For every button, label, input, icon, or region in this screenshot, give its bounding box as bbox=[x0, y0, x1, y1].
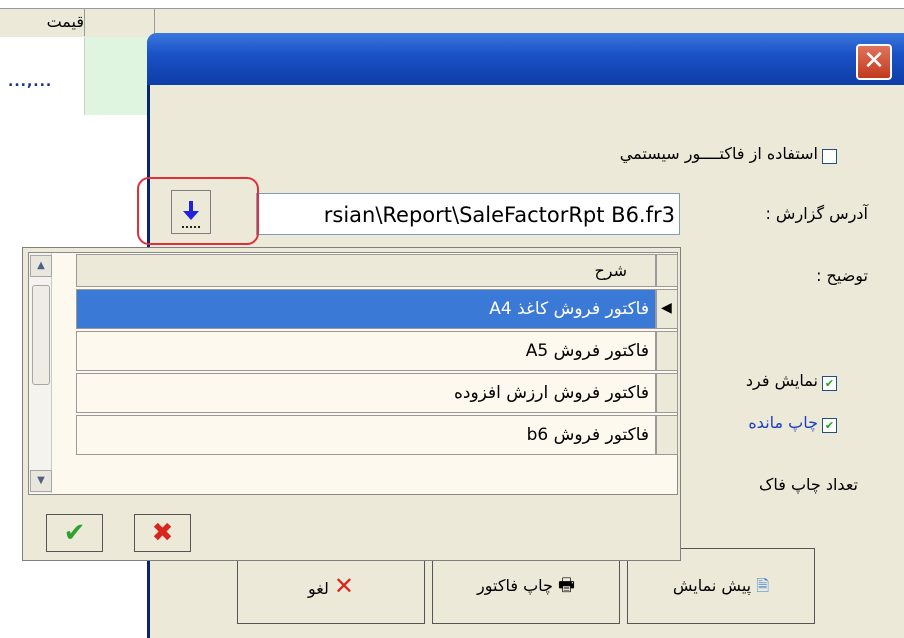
preview-label: پیش نمایش bbox=[672, 576, 752, 595]
dialog-titlebar[interactable] bbox=[147, 33, 904, 85]
scroll-down-button[interactable]: ▼ bbox=[30, 470, 52, 492]
list-item[interactable]: فاکتور فروش b6 bbox=[76, 415, 656, 455]
list-item[interactable]: فاکتور فروش A5 bbox=[76, 331, 656, 371]
current-row-icon: ◀ bbox=[661, 300, 672, 316]
x-icon: ✖ bbox=[151, 518, 174, 548]
grid-cell-green[interactable] bbox=[84, 37, 155, 115]
cancel-lookup-button[interactable]: ✖ bbox=[134, 514, 191, 552]
preview-icon: 🗎 bbox=[756, 576, 770, 595]
ok-button[interactable]: ✔ bbox=[46, 514, 103, 552]
price-column-header: قیمت bbox=[46, 12, 84, 31]
row-indicator: ◀ bbox=[656, 289, 678, 329]
use-system-invoice-checkbox[interactable] bbox=[822, 149, 837, 164]
checkmark-icon: ✔ bbox=[63, 518, 86, 548]
grid-cell-value: ...,... bbox=[8, 74, 53, 90]
dropdown-highlight-annotation bbox=[137, 177, 259, 245]
close-button[interactable]: ✕ bbox=[856, 44, 892, 80]
print-invoice-label: چاپ فاکتور bbox=[477, 576, 553, 595]
cancel-button-label: لغو bbox=[307, 579, 329, 598]
show-label: نمایش فرد bbox=[745, 371, 818, 390]
grid-column-divider bbox=[84, 8, 85, 36]
column-header[interactable]: شرح bbox=[76, 254, 656, 287]
row-indicator bbox=[656, 415, 678, 455]
print-remaining-checkbox[interactable]: ✔ bbox=[822, 418, 837, 433]
list-item[interactable]: فاکتور فروش کاغذ A4 bbox=[76, 289, 656, 329]
invoice-count-label: تعداد چاپ فاک bbox=[759, 475, 858, 494]
grid-column-divider bbox=[154, 8, 155, 36]
row-indicator bbox=[656, 373, 678, 413]
x-icon: ✕ bbox=[333, 572, 355, 600]
row-indicator bbox=[656, 331, 678, 371]
list-item[interactable]: فاکتور فروش ارزش افزوده bbox=[76, 373, 656, 413]
indicator-header bbox=[656, 254, 678, 287]
show-checkbox[interactable]: ✔ bbox=[822, 376, 837, 391]
scroll-up-button[interactable]: ▲ bbox=[30, 255, 52, 277]
scroll-thumb[interactable] bbox=[32, 285, 50, 385]
print-remaining-label: چاپ مانده bbox=[748, 413, 818, 432]
chevron-up-icon: ▲ bbox=[37, 260, 45, 271]
report-address-label: آدرس گزارش : bbox=[765, 204, 868, 223]
report-path-input[interactable]: rsian\Report\SaleFactorRpt B6.fr3 bbox=[256, 193, 680, 235]
description-label: توضیح : bbox=[816, 266, 868, 285]
close-icon: ✕ bbox=[863, 46, 885, 76]
printer-icon: 🖶 bbox=[557, 575, 575, 596]
column-header-label: شرح bbox=[594, 261, 627, 280]
use-system-invoice-label: استفاده از فاکتــــور سیستمي bbox=[619, 144, 818, 163]
chevron-down-icon: ▼ bbox=[37, 475, 45, 486]
